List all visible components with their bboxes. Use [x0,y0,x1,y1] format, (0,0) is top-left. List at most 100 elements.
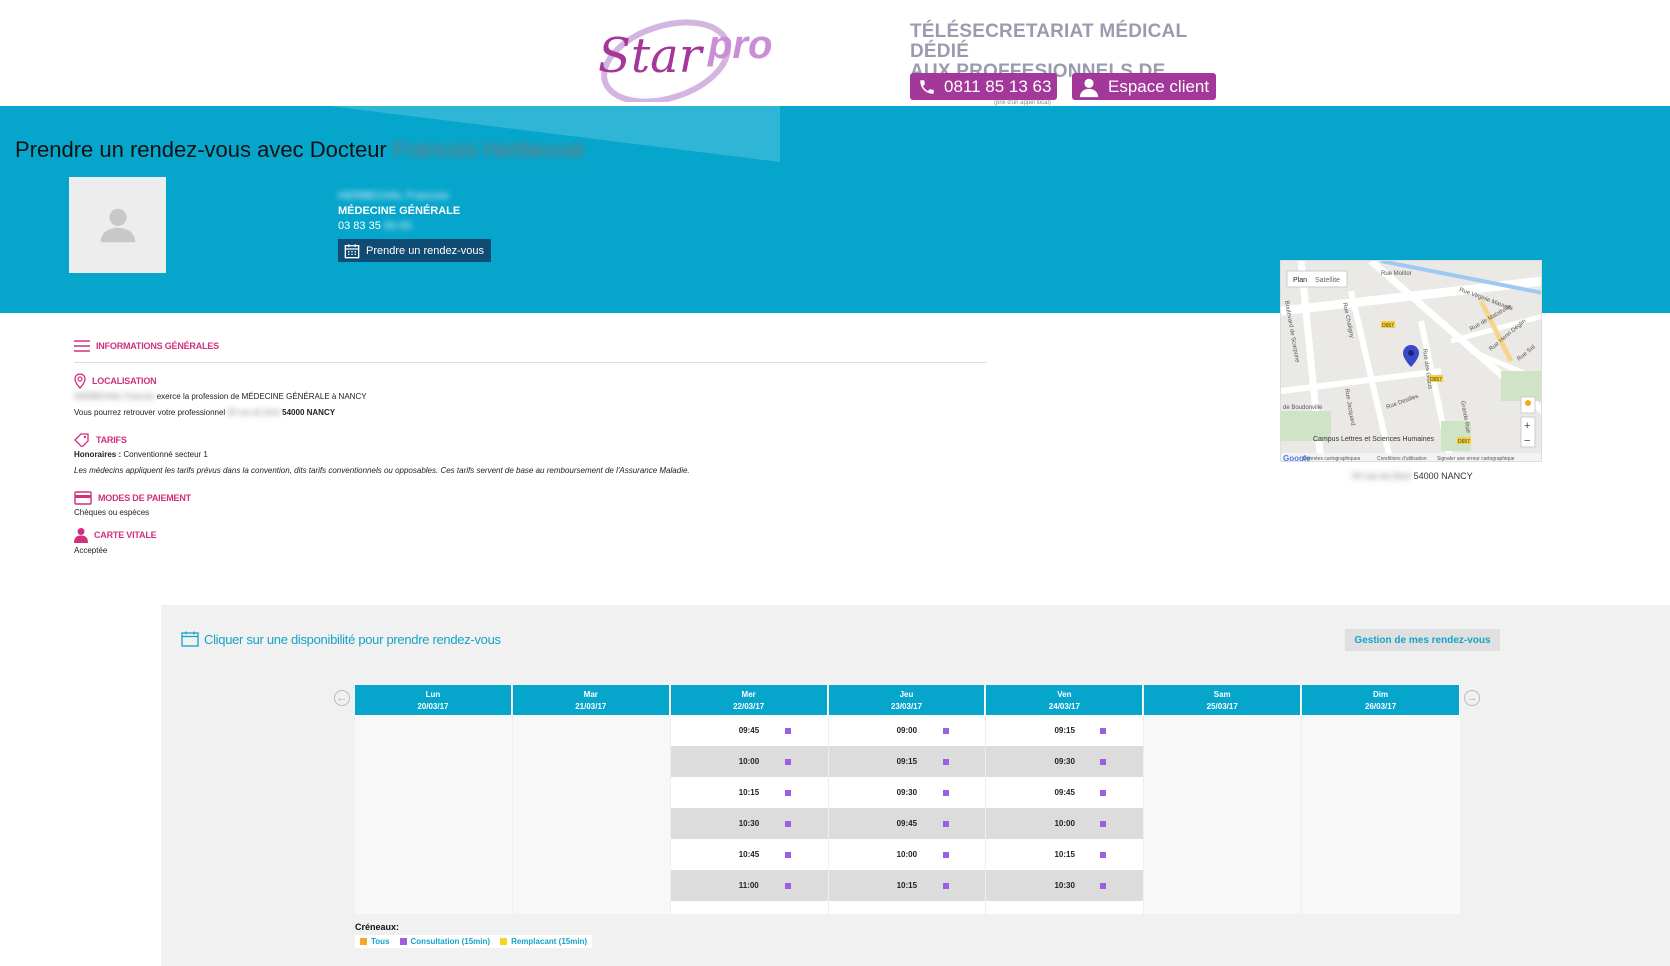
paiement-heading: MODES DE PAIEMENT [74,491,987,505]
doctor-phone-suffix: 00 00 [383,220,412,232]
time-slot[interactable]: 10:00 [986,808,1144,839]
legend-item[interactable]: Tous [355,935,395,948]
localisation-doctor-name: HERBEUVAL Francois [74,392,155,401]
logo-pro-text: pro [707,23,772,67]
time-slot[interactable]: 09:30 [986,746,1144,777]
slot-legend: Créneaux: Tous Consultation (15min) Rempla… [355,922,593,948]
day-column: Mar 21/03/17 [512,685,671,914]
day-column: Ven 24/03/17 09:15 09:30 09:45 10:00 10:15 10:3… [986,685,1145,914]
manage-appointments-button[interactable]: Gestion de mes rendez-vous [1345,629,1500,651]
prev-week-arrow-icon[interactable]: ← [334,690,350,706]
time-slot[interactable]: 09:45 [986,777,1144,808]
localisation-city: 54000 NANCY [282,408,336,417]
day-column: Dim 26/03/17 [1302,685,1461,914]
time-slot[interactable]: 10:15 [670,777,828,808]
location-pin-icon [74,373,86,389]
day-name: Dim [1373,690,1389,699]
time-slot[interactable]: 09:30 [828,777,986,808]
slot-type-marker [784,727,791,734]
time-slot[interactable]: 10:30 [986,870,1144,901]
time-slot-label: 10:45 [738,850,760,859]
honoraires-value: Conventionné secteur 1 [123,450,208,459]
map-tab-satellite[interactable]: Satellite [1315,277,1340,284]
time-slot[interactable]: 09:15 [828,746,986,777]
location-map[interactable]: Plan Satellite Rue Molitor Rue Virginie … [1280,260,1542,462]
book-appointment-label: Prendre un rendez-vous [366,244,485,257]
vitale-heading: CARTE VITALE [74,527,987,543]
time-slot[interactable]: 10:00 [670,746,828,777]
localisation-line2: Vous pourrez retrouver votre professionn… [74,405,987,421]
localisation-title: LOCALISATION [92,376,157,386]
day-date: 23/03/17 [890,702,923,711]
time-slot-label: 09:30 [896,788,918,797]
next-week-arrow-icon[interactable]: → [1464,690,1480,706]
street-view-icon[interactable] [1525,400,1531,406]
book-appointment-button[interactable]: Prendre un rendez-vous [338,239,491,262]
general-info-title: INFORMATIONS GÉNÉRALES [96,341,219,351]
legend-swatch [500,938,508,945]
legend-item[interactable]: Remplacant (15min) [495,935,592,948]
availability-grid: Lun 20/03/17 Mar 21/03/17 Mer 22/03/17 09:45 10… [355,685,1461,914]
slot-type-marker [1100,820,1107,827]
time-slot[interactable]: 09:00 [828,715,986,746]
phone-button[interactable]: 0811 85 13 63 [910,73,1057,100]
time-slot[interactable]: 09:45 [670,715,828,746]
day-column: Mer 22/03/17 09:45 10:00 10:15 10:30 10:45 11:0… [670,685,829,914]
legend-swatch [399,938,407,945]
time-slot[interactable]: 10:00 [828,839,986,870]
doctor-phone-prefix: 03 83 35 [338,220,381,232]
tarifs-title: TARIFS [96,435,127,445]
map-zoom-in[interactable]: + [1524,420,1530,432]
day-date: 24/03/17 [1048,702,1080,711]
slot-type-marker [942,820,949,827]
slot-type-marker [784,820,791,827]
menu-icon [74,340,90,352]
day-name: Lun [425,690,441,699]
page-title-text: Prendre un rendez-vous avec Docteur [15,137,387,162]
time-slot[interactable]: 10:15 [828,870,986,901]
time-slot[interactable]: 09:15 [986,715,1144,746]
map-zoom-out[interactable]: − [1524,435,1530,447]
day-column: Sam 25/03/17 [1144,685,1303,914]
slot-type-marker [784,882,791,889]
time-slot[interactable]: 09:45 [828,808,986,839]
client-space-button[interactable]: Espace client [1072,73,1216,100]
legend-item[interactable]: Consultation (15min) [395,935,496,948]
map-footer-link[interactable]: Conditions d'utilisation [1377,456,1427,462]
page: Star pro TÉLÉSECRETARIAT MÉDICAL DÉDIÉ A… [0,0,1670,966]
day-date: 20/03/17 [417,702,449,711]
time-slot[interactable]: 11:00 [670,870,828,901]
legend-label: Consultation (15min) [410,937,491,946]
slot-type-marker [942,851,949,858]
day-date: 26/03/17 [1365,702,1397,711]
starpro-logo[interactable]: Star pro [596,10,796,105]
time-slot[interactable]: 10:15 [986,839,1144,870]
map-footer-link[interactable]: Données cartographiques [1303,456,1361,462]
day-name: Jeu [899,690,914,699]
day-header: Sam 25/03/17 [1144,685,1302,715]
localisation-text1: exerce la profession de MÉDECINE GÉNÉRAL… [156,392,367,401]
time-slot-label: 10:00 [1054,819,1075,828]
map-footer-link[interactable]: Signaler une erreur cartographique [1437,456,1515,462]
time-slot-label: 09:45 [896,819,918,828]
tagline-line1: TÉLÉSECRETARIAT MÉDICAL DÉDIÉ [910,21,1187,62]
time-slot[interactable]: 10:45 [670,839,828,870]
day-column: Jeu 23/03/17 09:00 09:15 09:30 09:45 10:00 10:1… [828,685,987,914]
day-header: Dim 26/03/17 [1302,685,1461,715]
info-section: INFORMATIONS GÉNÉRALES LOCALISATION HERB… [74,340,987,559]
slot-type-marker [942,727,949,734]
availability-title-text: Cliquer sur une disponibilité pour prend… [204,631,501,647]
calendar-icon [344,243,360,258]
time-slot[interactable]: 10:30 [670,808,828,839]
client-space-label: Espace client [1108,76,1210,96]
time-slot-label: 09:00 [896,726,918,735]
day-header: Ven 24/03/17 [986,685,1144,715]
top-header: Star pro TÉLÉSECRETARIAT MÉDICAL DÉDIÉ A… [0,0,1670,106]
honoraires-label: Honoraires : [74,450,122,459]
map-tab-plan[interactable]: Plan [1293,277,1307,284]
tarifs-heading: TARIFS [74,433,987,447]
availability-section: Cliquer sur une disponibilité pour prend… [161,605,1670,966]
map-address-city: 54000 NANCY [1413,471,1473,481]
time-slot-label: 09:15 [1054,726,1075,735]
map-campus-label: Campus Lettres et Sciences Humaines [1313,436,1434,443]
